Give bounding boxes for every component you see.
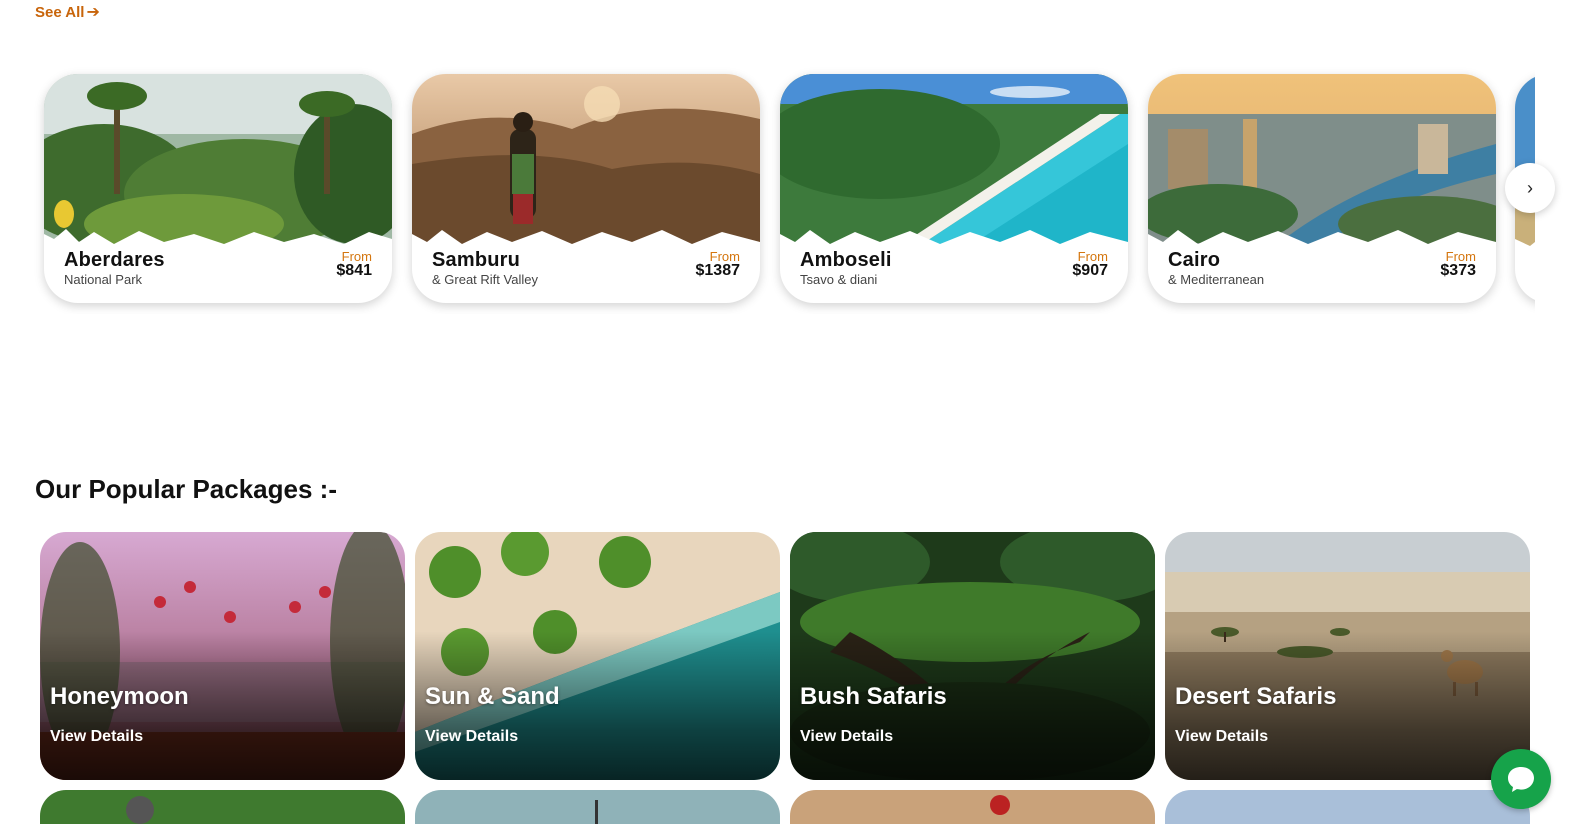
package-title: Sun & Sand [425,683,560,710]
chevron-right-icon[interactable]: › [1505,163,1555,213]
chat-bubble-icon[interactable] [1491,749,1551,809]
destination-image [44,74,392,252]
destination-subtitle: & Great Rift Valley [432,272,538,287]
see-all-link[interactable]: See All ➔ [35,4,100,21]
arrow-right-icon: ➔ [86,3,100,21]
destination-info: Samburu & Great Rift Valley From $1387 [432,239,740,287]
destination-subtitle: National Park [64,272,143,287]
destination-price: $907 [1072,262,1108,279]
package-title: Bush Safaris [800,683,947,710]
destination-name: Amboseli [800,249,892,271]
destination-name: Samburu [432,249,521,271]
package-card[interactable]: Sun & Sand View Details [415,532,780,780]
section-title: Our Popular Packages :- [35,474,337,504]
package-card[interactable]: Desert Safaris View Details [1165,532,1530,780]
destination-info: Cairo & Mediterranean From $373 [1168,239,1476,287]
destinations-carousel: Aberdares National Park From $841 Sambur… [34,64,1535,314]
package-card-partial[interactable] [790,790,1155,824]
package-card[interactable]: Bush Safaris View Details [790,532,1155,780]
package-title: Desert Safaris [1175,683,1337,710]
destination-card[interactable]: Samburu & Great Rift Valley From $1387 [412,74,760,303]
view-details-link[interactable]: View Details [1175,728,1268,746]
package-card[interactable]: Honeymoon View Details [40,532,405,780]
destination-subtitle: & Mediterranean [1168,272,1265,287]
destination-price: $373 [1440,262,1476,279]
destination-card[interactable]: Amboseli Tsavo & diani From $907 [780,74,1128,303]
package-title: Honeymoon [50,683,189,710]
destination-price: $1387 [695,262,741,279]
destination-image [1148,74,1496,252]
destination-price: $841 [336,262,372,279]
view-details-link[interactable]: View Details [425,728,518,746]
view-details-link[interactable]: View Details [50,728,143,746]
destination-subtitle: Tsavo & diani [800,272,878,287]
see-all-label: See All [35,4,85,21]
destination-card[interactable]: Aberdares National Park From $841 [44,74,392,303]
package-card-partial[interactable] [1165,790,1530,824]
destination-image [780,74,1128,252]
destination-name: Aberdares [64,249,165,271]
view-details-link[interactable]: View Details [800,728,893,746]
package-card-partial[interactable] [415,790,780,824]
destination-info: Amboseli Tsavo & diani From $907 [800,239,1108,287]
destination-image [412,74,760,252]
package-card-partial[interactable] [40,790,405,824]
destination-card[interactable]: Cairo & Mediterranean From $373 [1148,74,1496,303]
destination-name: Cairo [1168,249,1221,271]
destination-info: Aberdares National Park From $841 [64,239,372,287]
